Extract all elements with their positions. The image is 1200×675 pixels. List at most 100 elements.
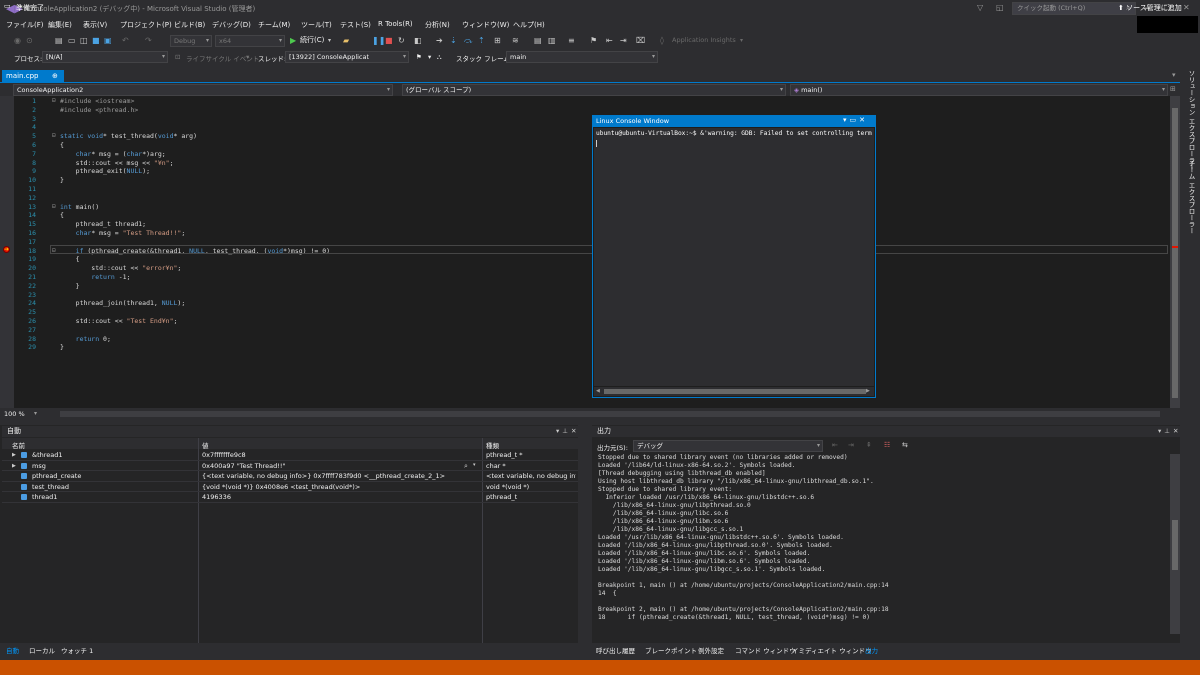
restart-icon[interactable]: ↻ [398, 35, 405, 46]
menu-team[interactable]: チーム(M) [258, 20, 290, 30]
editor-scroll-thumb[interactable] [1172, 108, 1178, 398]
menu-view[interactable]: 表示(V) [83, 20, 107, 30]
autos-row[interactable]: ▶ &thread1 0x7fffffffe9c8 pthread_t * [2, 450, 578, 461]
code-line[interactable]: 24 pthread_join(thread1, NULL); [0, 299, 1160, 308]
pause-icon[interactable]: ◧ [414, 35, 422, 46]
zoom-dropdown-icon[interactable]: ▾ [34, 410, 37, 417]
team-explorer-tab[interactable]: チーム エクスプローラー [1186, 160, 1196, 234]
scope-combo[interactable]: (グローバル スコープ) ▾ [402, 84, 786, 96]
code-line[interactable]: 26 std::cout << "Test End¥n"; [0, 317, 1160, 326]
tab-pin-icon[interactable]: ⊕ [52, 70, 58, 82]
console-scroll-left-icon[interactable]: ◀ [596, 388, 600, 394]
code-line[interactable]: 6{ [0, 141, 1160, 150]
code-line[interactable]: 5 ⊟ static void* test_thread(void* arg) [0, 132, 1160, 141]
pane-pin-icon[interactable]: ⊥ [562, 427, 571, 435]
clear-all-icon[interactable]: ☷ [884, 441, 890, 449]
tab-call-stack[interactable]: 呼び出し履歴 [596, 645, 635, 655]
flag-dropdown-icon[interactable]: ▾ [428, 53, 431, 61]
menu-test[interactable]: テスト(S) [340, 20, 371, 30]
expand-icon[interactable]: ▶ [12, 461, 16, 471]
editor-horizontal-scrollbar[interactable] [60, 411, 1160, 417]
prev-bookmark-icon[interactable]: ⇤ [606, 35, 613, 46]
output-scroll-thumb[interactable] [1172, 520, 1178, 570]
code-line[interactable]: 1 ⊟ #include <iostream> [0, 97, 1160, 106]
pane-close-icon[interactable]: ✕ [1173, 427, 1181, 435]
column-value-header[interactable]: 値 [202, 440, 209, 450]
project-combo[interactable]: ConsoleApplication2 ▾ [13, 84, 393, 96]
column-name-header[interactable]: 名前 [12, 440, 25, 450]
save-all-icon[interactable]: ▣ [104, 35, 112, 46]
open-file-icon[interactable]: ▭ [68, 35, 76, 46]
code-line[interactable]: 4 [0, 123, 1160, 132]
code-line[interactable]: 10} [0, 176, 1160, 185]
app-insights-button[interactable]: Application Insights [672, 35, 736, 46]
code-line[interactable]: 16 char* msg = "Test Thread!!"; [0, 229, 1160, 238]
stackframe-combo[interactable]: main ▾ [506, 51, 658, 63]
code-line[interactable]: 12 [0, 194, 1160, 203]
stop-debugging-icon[interactable]: ■ [385, 35, 393, 46]
tab-locals[interactable]: ローカル [29, 645, 55, 655]
solution-explorer-tab[interactable]: ソリューション エクスプローラー [1186, 70, 1196, 170]
expand-icon[interactable]: ▶ [12, 450, 16, 460]
step-over-icon[interactable]: ⤼ [464, 35, 473, 46]
output-source-combo[interactable]: デバッグ ▾ [633, 440, 823, 452]
menu-rtools[interactable]: R Tools(R) [378, 20, 413, 28]
code-line[interactable]: 2 #include <pthread.h> [0, 106, 1160, 115]
column-type-header[interactable]: 種類 [486, 440, 499, 450]
feedback-icon[interactable]: ◱ [996, 2, 1004, 14]
flag-icon[interactable]: ⚑ [416, 53, 422, 61]
menu-build[interactable]: ビルド(B) [174, 20, 205, 30]
code-line[interactable]: 28 return 0; [0, 335, 1160, 344]
code-line[interactable]: 3 [0, 115, 1160, 124]
lifecycle-dropdown-icon[interactable]: ▾ [246, 53, 249, 61]
show-next-statement-icon[interactable]: ➔ [436, 35, 443, 46]
output-text[interactable]: Stopped due to shared library event (no … [598, 454, 1168, 634]
menu-project[interactable]: プロジェクト(P) [120, 20, 172, 30]
tab-exception-settings[interactable]: 例外設定 [698, 645, 724, 655]
close-icon[interactable]: ✕ [1183, 2, 1190, 14]
code-line[interactable]: 27 [0, 326, 1160, 335]
account-area[interactable] [1137, 16, 1198, 33]
tab-command-window[interactable]: コマンド ウィンドウ [735, 645, 796, 655]
code-line[interactable]: 20 std::cout << "error¥n"; [0, 264, 1160, 273]
debug-target-icon[interactable]: ▰ [343, 35, 349, 46]
uncomment-icon[interactable]: ▥ [548, 35, 556, 46]
tab-immediate-window[interactable]: イミディエイト ウィンドウ [792, 645, 872, 655]
process-combo[interactable]: [N/A] ▾ [42, 51, 168, 63]
find-message-icon[interactable]: ⇤ [832, 441, 838, 449]
next-message-icon[interactable]: ⇥ [848, 441, 854, 449]
comment-icon[interactable]: ▤ [534, 35, 542, 46]
forward-icon[interactable]: ⊙ [26, 35, 33, 46]
tab-watch1[interactable]: ウォッチ 1 [61, 645, 93, 655]
app-insights-dropdown-icon[interactable]: ▾ [740, 35, 743, 46]
autos-row[interactable]: pthread_create {<text variable, no debug … [2, 471, 578, 482]
autos-scrollbar[interactable] [578, 438, 588, 643]
pane-pin-icon[interactable]: ⊥ [1164, 427, 1173, 435]
code-line[interactable]: 11 [0, 185, 1160, 194]
menu-help[interactable]: ヘルプ(H) [513, 20, 545, 30]
code-line[interactable]: 29} [0, 343, 1160, 352]
console-close-icon[interactable]: ✕ [859, 116, 868, 124]
console-scroll-thumb[interactable] [604, 389, 866, 394]
collapse-icon[interactable]: ⊟ [52, 132, 56, 141]
format-icon[interactable]: ≡ [568, 35, 575, 46]
menu-analyze[interactable]: 分析(N) [425, 20, 450, 30]
code-line[interactable]: 7 char* msg = (char*)arg; [0, 150, 1160, 159]
bookmark-icon[interactable]: ⚑ [590, 35, 597, 46]
menu-edit[interactable]: 編集(E) [48, 20, 72, 30]
tab-overflow-icon[interactable]: ▾ [1172, 71, 1176, 79]
collapse-icon[interactable]: ⊟ [52, 203, 56, 212]
continue-icon[interactable]: ▶ [290, 35, 296, 46]
platform-combo[interactable]: x64 ▾ [215, 35, 285, 47]
console-maximize-icon[interactable]: ▭ [850, 116, 860, 124]
code-line[interactable]: 14 { [0, 211, 1160, 220]
zoom-level[interactable]: 100 % [4, 410, 25, 418]
new-project-icon[interactable]: ▤ [55, 35, 63, 46]
code-line[interactable]: 19 { [0, 255, 1160, 264]
pane-close-icon[interactable]: ✕ [571, 427, 579, 435]
continue-button[interactable]: 続行(C) [300, 35, 324, 46]
console-body[interactable] [594, 128, 874, 386]
word-wrap-icon[interactable]: ⇆ [902, 441, 908, 449]
member-combo[interactable]: ◈ main() ▾ [790, 84, 1168, 96]
thread-combo[interactable]: [13922] ConsoleApplicat ▾ [285, 51, 409, 63]
